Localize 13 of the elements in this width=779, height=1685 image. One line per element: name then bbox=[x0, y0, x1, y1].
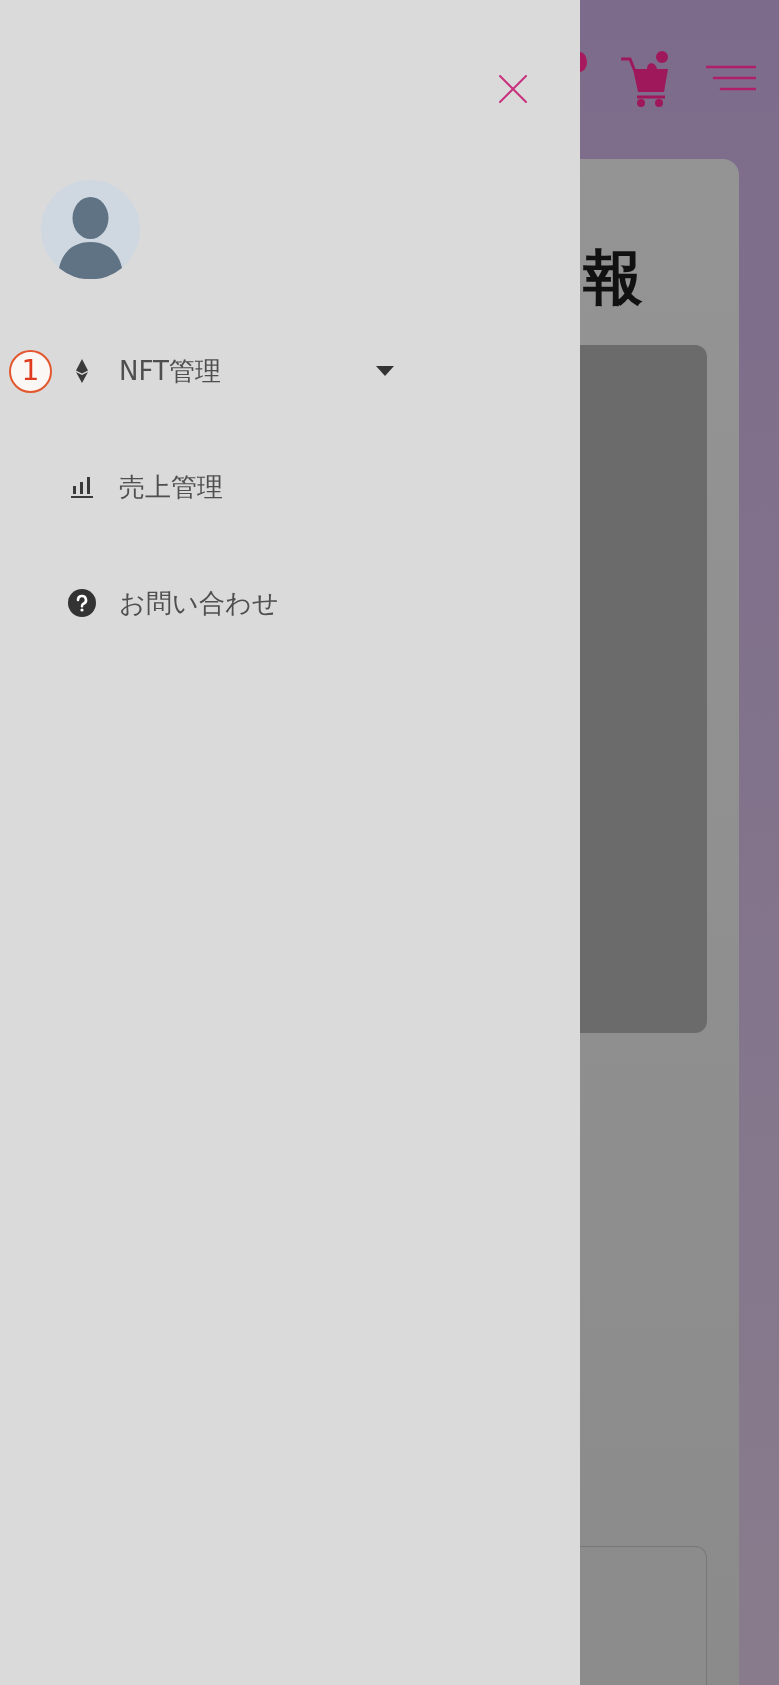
menu-item[interactable]: 売上管理 bbox=[68, 457, 404, 517]
help-icon bbox=[68, 589, 96, 617]
menu-item[interactable]: NFT管理 bbox=[68, 341, 404, 401]
cut-off-icon[interactable] bbox=[580, 52, 587, 72]
ethereum-icon bbox=[76, 359, 88, 383]
menu-item[interactable]: お問い合わせ bbox=[68, 573, 404, 633]
shopping-cart-icon[interactable] bbox=[621, 50, 669, 108]
menu-icon[interactable] bbox=[706, 65, 756, 91]
close-icon bbox=[499, 75, 527, 103]
numbered-callout: 1 bbox=[9, 349, 52, 393]
page-heading: 報 bbox=[583, 247, 644, 307]
bar-chart-icon bbox=[71, 476, 93, 498]
user-avatar-icon bbox=[41, 180, 140, 279]
